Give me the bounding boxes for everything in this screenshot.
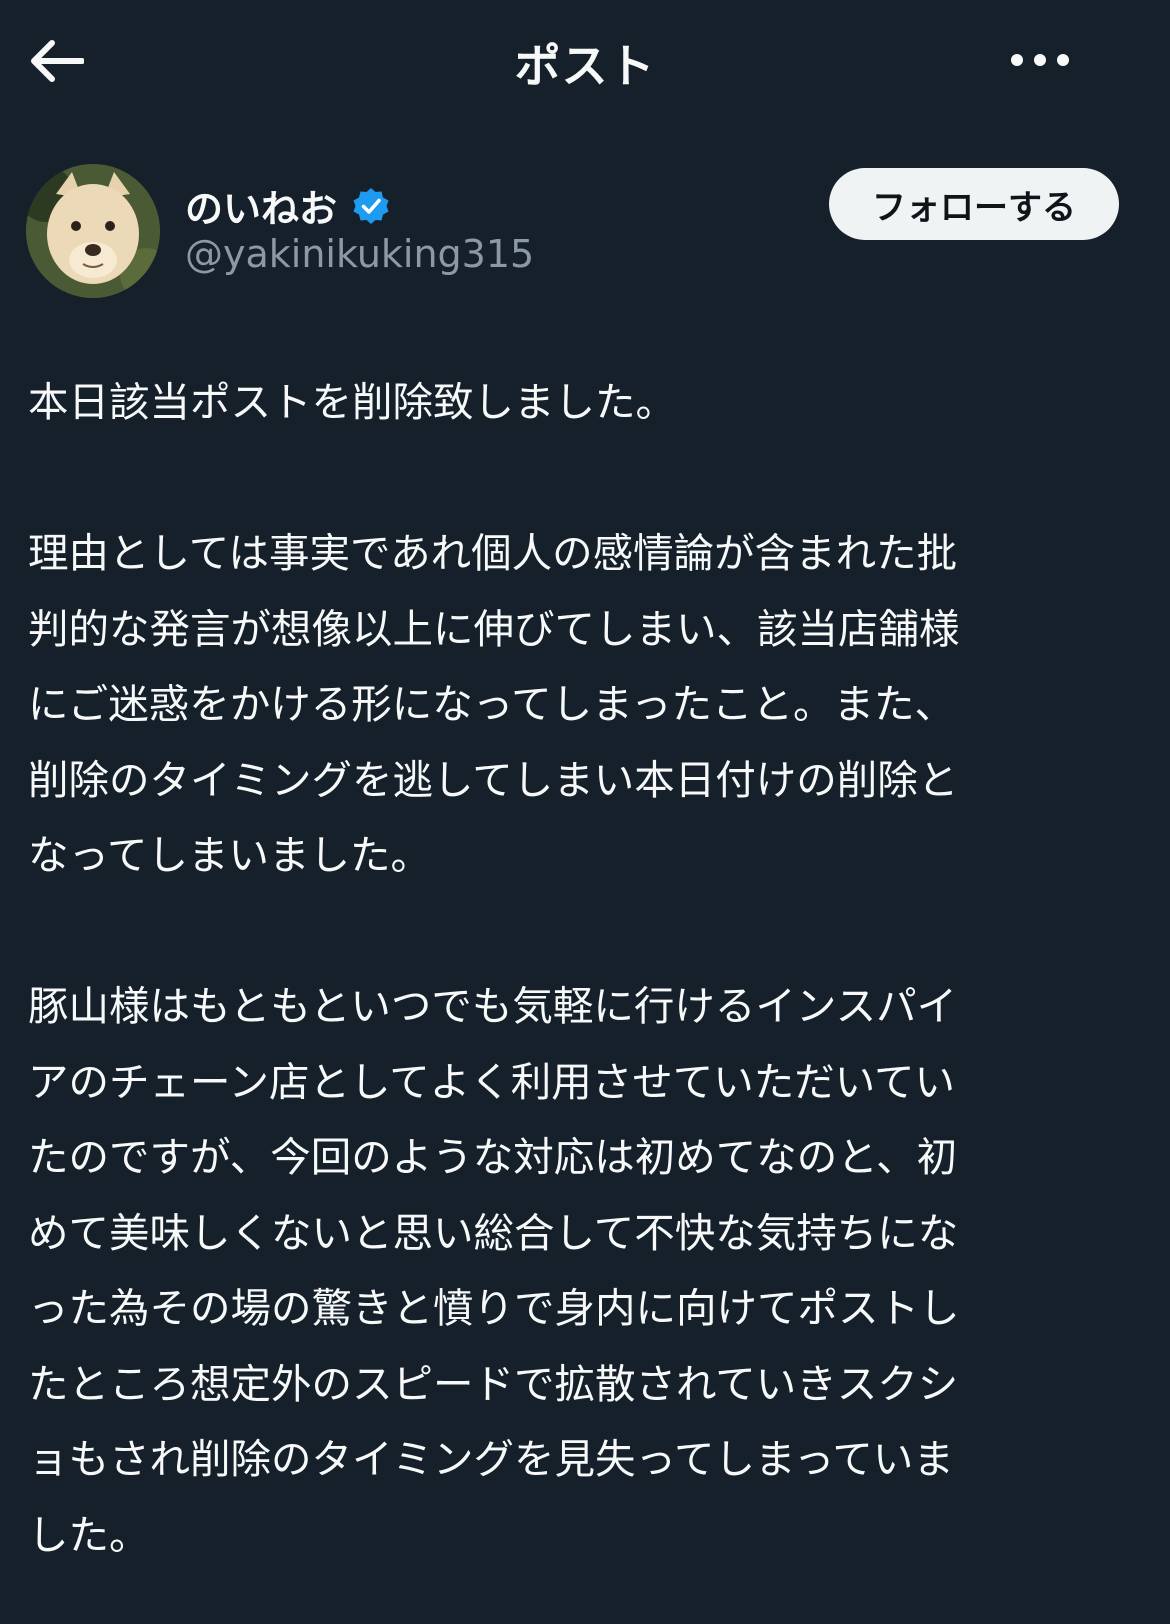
top-bar: ポスト <box>0 0 1170 125</box>
text-line: 判的な発言が想像以上に伸びてしまい、該当店舗様 <box>28 604 960 653</box>
post-paragraph-2: 理由としては事実であれ個人の感情論が含まれた批 判的な発言が想像以上に伸びてしま… <box>28 516 1138 894</box>
page-title: ポスト <box>514 39 656 93</box>
text-line: 削除のタイミングを逃してしまい本日付けの削除と <box>28 755 959 804</box>
post-author: のいねお @yakinikuking315 フォローする <box>0 160 1170 300</box>
text-line: 豚山様はもともといつでも気軽に行けるインスパイ <box>28 982 958 1030</box>
text-line: めて美味しくないと思い総合して不快な気持ちにな <box>28 1208 959 1257</box>
post-paragraph-1: 本日該当ポストを削除致しました。 <box>28 365 1138 441</box>
text-line: った為その場の驚きと憤りで身内に向けてポストし <box>28 1284 960 1332</box>
text-line: にご迷惑をかける形になってしまったこと。また、 <box>28 680 956 728</box>
text-line: なってしまいました。 <box>28 831 431 879</box>
follow-button[interactable]: フォローする <box>829 168 1119 240</box>
text-line: たのですが、今回のような対応は初めてなのと、初 <box>28 1133 958 1181</box>
more-options-button[interactable] <box>1000 40 1080 80</box>
display-name[interactable]: のいねお <box>185 178 337 233</box>
dog-avatar-image <box>26 164 160 298</box>
post-paragraph-3: 豚山様はもともといつでも気軽に行けるインスパイ アのチェーン店としてよく利用させ… <box>28 969 1138 1573</box>
name-row: のいねお <box>185 178 391 233</box>
post-text: 本日該当ポストを削除致しました。 理由としては事実であれ個人の感情論が含まれた批… <box>28 365 1138 1573</box>
avatar[interactable] <box>26 164 160 298</box>
more-horizontal-icon <box>1011 54 1069 66</box>
text-line: 本日該当ポストを削除致しました。 <box>28 378 676 426</box>
text-line: ョもされ削除のタイミングを見失ってしまっていま <box>28 1435 954 1483</box>
verified-badge-icon[interactable] <box>351 186 391 226</box>
user-handle[interactable]: @yakinikuking315 <box>185 232 534 276</box>
text-line: した。 <box>28 1510 150 1559</box>
text-line: たところ想定外のスピードで拡散されていきスクシ <box>28 1359 959 1408</box>
text-line: 理由としては事実であれ個人の感情論が含まれた批 <box>28 529 958 577</box>
text-line: アのチェーン店としてよく利用させていただいてい <box>28 1057 956 1106</box>
